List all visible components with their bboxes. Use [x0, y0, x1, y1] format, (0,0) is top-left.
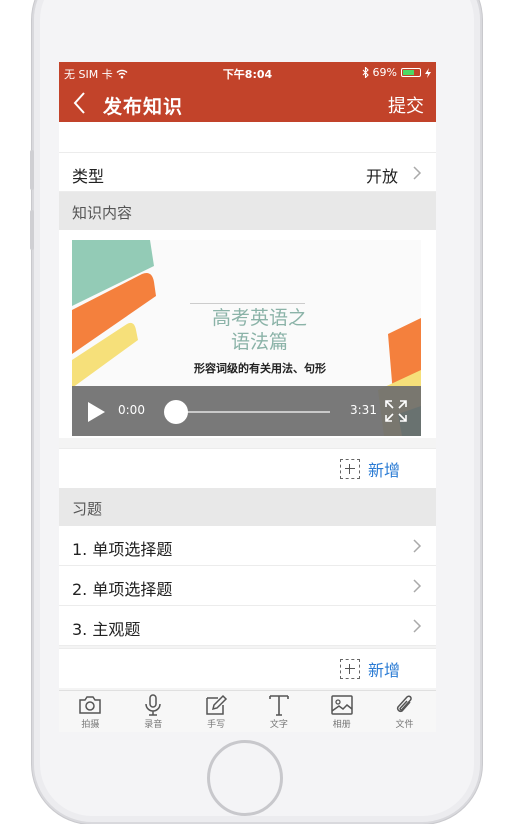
slide-subtitle: 形容词级的有关用法、句形: [194, 362, 326, 375]
play-icon: [88, 402, 105, 422]
charging-bolt-icon: [425, 67, 431, 78]
album-tool-label: 相册: [332, 720, 351, 730]
paperclip-icon: [396, 695, 412, 713]
volume-down-button: [30, 210, 34, 250]
image-icon: [330, 695, 353, 715]
exercise-item-label: 1. 单项选择题: [72, 540, 173, 559]
chevron-right-icon: [413, 619, 422, 633]
fullscreen-icon: [385, 400, 407, 422]
video-player[interactable]: 高考英语之 语法篇 形容词级的有关用法、句形 0:00 3:31: [72, 240, 421, 436]
add-icon: [339, 459, 360, 479]
album-tool[interactable]: 相册: [310, 691, 373, 732]
microphone-icon: [145, 694, 161, 716]
text-icon: [269, 695, 289, 716]
record-tool-label: 录音: [144, 720, 163, 730]
slide-title-line2: 语法篇: [230, 331, 288, 353]
type-value: 开放: [365, 167, 398, 186]
exercise-item[interactable]: 1. 单项选择题: [59, 526, 436, 566]
file-tool[interactable]: 文件: [373, 691, 436, 732]
knowledge-section-header: 知识内容: [59, 192, 436, 230]
battery-icon: [401, 68, 421, 77]
add-exercise-label: 新增: [367, 661, 400, 680]
type-row[interactable]: 类型 开放: [59, 152, 436, 192]
home-button[interactable]: [207, 740, 283, 816]
type-label: 类型: [72, 167, 105, 186]
page-title: 发布知识: [103, 96, 184, 118]
add-knowledge-button[interactable]: 新增: [339, 457, 400, 481]
app-screen: 无 SIM 卡 下午8:04 69% 发布知识 提交 类型 开放 知识内容 高考…: [59, 62, 436, 732]
exercise-item-label: 2. 单项选择题: [72, 580, 173, 599]
camera-tool[interactable]: 拍摄: [59, 691, 122, 732]
file-tool-label: 文件: [395, 720, 414, 730]
slide-divider: [190, 303, 305, 304]
handwrite-tool[interactable]: 手写: [185, 691, 248, 732]
chevron-right-icon: [413, 166, 422, 180]
bottom-toolbar: 拍摄 录音 手写 文字 相册 文件: [59, 690, 436, 732]
chevron-right-icon: [413, 539, 422, 553]
slide-decoration-left: [72, 240, 156, 388]
text-tool-label: 文字: [269, 720, 288, 730]
knowledge-section-title: 知识内容: [72, 204, 133, 222]
exercise-add-row: 新增: [59, 648, 436, 688]
volume-up-button: [30, 150, 34, 190]
top-spacer: [59, 122, 436, 152]
slide-title-line1: 高考英语之: [211, 307, 307, 329]
handwrite-tool-label: 手写: [207, 720, 226, 730]
current-time: 0:00: [118, 403, 145, 417]
play-button[interactable]: [86, 401, 106, 427]
video-controls: 0:00 3:31: [72, 386, 421, 436]
video-block: 高考英语之 语法篇 形容词级的有关用法、句形 0:00 3:31: [59, 230, 436, 438]
battery-percent: 69%: [372, 66, 397, 79]
pencil-icon: [206, 694, 228, 715]
chevron-left-icon: [73, 92, 85, 114]
status-bar: 无 SIM 卡 下午8:04 69%: [59, 62, 436, 84]
exercise-section-title: 习题: [72, 500, 103, 518]
add-exercise-button[interactable]: 新增: [339, 657, 400, 681]
record-tool[interactable]: 录音: [122, 691, 185, 732]
exercise-section-header: 习题: [59, 488, 436, 526]
exercise-item[interactable]: 2. 单项选择题: [59, 566, 436, 606]
add-knowledge-label: 新增: [367, 461, 400, 480]
exercise-item[interactable]: 3. 主观题: [59, 606, 436, 646]
camera-icon: [79, 696, 102, 714]
duration: 3:31: [350, 403, 377, 417]
back-button[interactable]: [69, 88, 93, 118]
battery-level: [403, 70, 415, 75]
add-icon: [339, 659, 360, 679]
status-right: 69%: [362, 66, 431, 79]
camera-tool-label: 拍摄: [81, 720, 100, 730]
chevron-right-icon: [413, 579, 422, 593]
exercise-item-label: 3. 主观题: [72, 620, 141, 639]
progress-knob[interactable]: [164, 400, 188, 424]
progress-track[interactable]: [176, 411, 330, 413]
submit-button[interactable]: 提交: [388, 92, 424, 118]
text-tool[interactable]: 文字: [247, 691, 310, 732]
fullscreen-button[interactable]: [385, 400, 407, 426]
bluetooth-icon: [362, 67, 369, 78]
navigation-bar: 发布知识 提交: [59, 84, 436, 122]
slide-title: 高考英语之 语法篇: [172, 306, 347, 354]
knowledge-add-row: 新增: [59, 448, 436, 488]
